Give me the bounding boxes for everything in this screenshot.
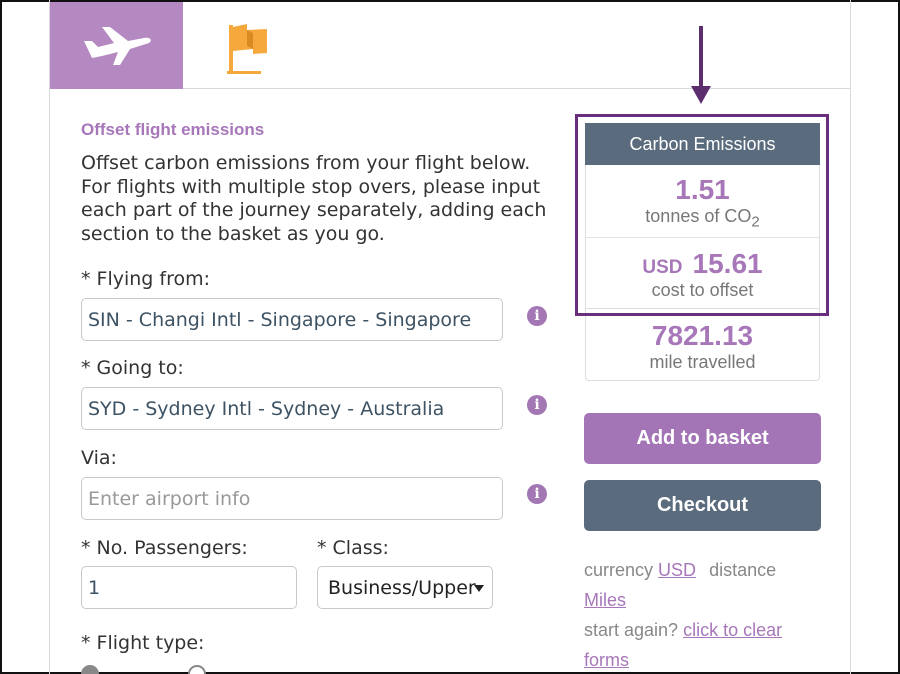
distance-value: 7821.13: [651, 320, 754, 351]
class-select[interactable]: Business/Upper: [317, 566, 493, 609]
flying-from-input[interactable]: SIN - Changi Intl - Singapore - Singapor…: [81, 298, 503, 341]
annotation-arrow-head: [691, 86, 711, 104]
going-to-input[interactable]: SYD - Sydney Intl - Sydney - Australia: [81, 387, 503, 430]
restart-setting: start again? click to clear: [584, 620, 782, 641]
passengers-label: * No. Passengers:: [81, 537, 248, 559]
going-to-label: * Going to:: [81, 357, 184, 379]
annotation-arrow: [699, 26, 703, 90]
restart-label: start again?: [584, 620, 679, 640]
distance-setting: Miles: [584, 590, 626, 611]
via-label: Via:: [81, 447, 117, 469]
chevron-down-icon: [474, 585, 484, 592]
emissions-highlight: [575, 114, 829, 316]
form-description: Offset carbon emissions from your flight…: [81, 152, 547, 245]
currency-setting: currency USD distance: [584, 560, 776, 581]
passengers-input[interactable]: 1: [81, 566, 297, 609]
restart-setting-cont: forms: [584, 650, 629, 671]
going-to-info-icon[interactable]: i: [527, 395, 547, 415]
airplane-icon: [83, 26, 151, 65]
via-info-icon[interactable]: i: [527, 484, 547, 504]
tab-flight[interactable]: [50, 2, 183, 89]
flying-from-info-icon[interactable]: i: [527, 306, 547, 326]
flag-icon: [227, 24, 267, 74]
currency-link[interactable]: USD: [658, 560, 696, 580]
clear-forms-link-cont[interactable]: forms: [584, 650, 629, 670]
currency-setting-label: currency: [584, 560, 654, 580]
class-select-value: Business/Upper: [328, 576, 476, 599]
distance-label: mile travelled: [649, 352, 756, 372]
form-heading: Offset flight emissions: [81, 120, 265, 139]
clear-forms-link[interactable]: click to clear: [683, 620, 782, 640]
flying-from-label: * Flying from:: [81, 268, 211, 290]
flight-type-label: * Flight type:: [81, 632, 205, 654]
via-input[interactable]: Enter airport info: [81, 477, 503, 520]
class-label: * Class:: [317, 537, 389, 559]
distance-link[interactable]: Miles: [584, 590, 626, 610]
add-to-basket-button[interactable]: Add to basket: [584, 413, 821, 464]
tab-offset-project[interactable]: [218, 18, 278, 78]
checkout-button[interactable]: Checkout: [584, 480, 821, 531]
distance-setting-label: distance: [709, 560, 777, 580]
